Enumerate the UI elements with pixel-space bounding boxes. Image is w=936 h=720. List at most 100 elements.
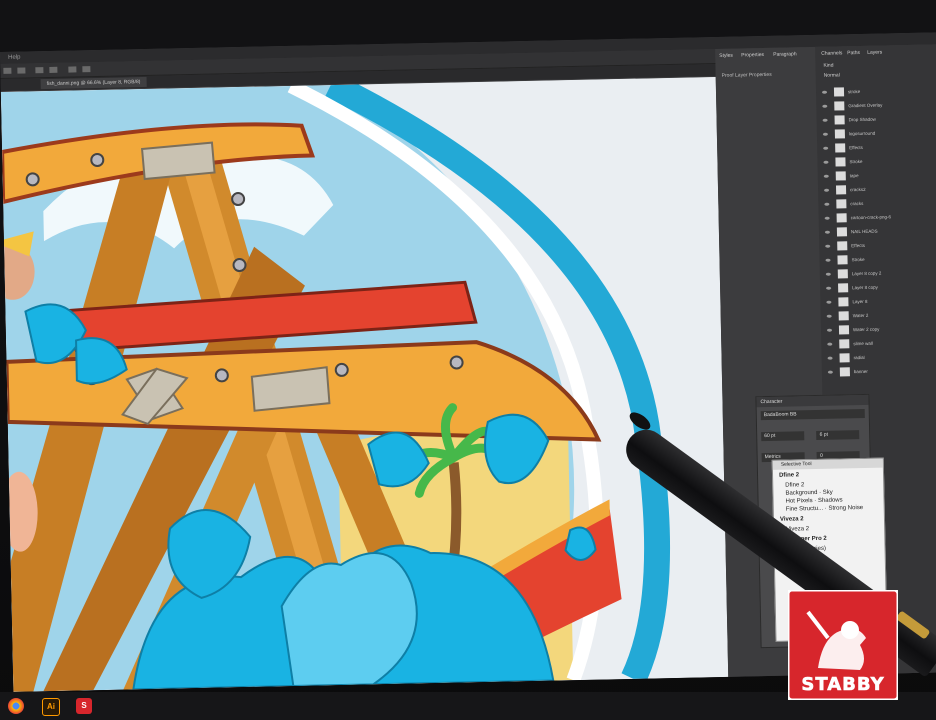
eye-icon[interactable] [827,356,833,360]
layer-thumbnail [838,297,849,307]
tab-paths[interactable]: Paths [847,50,860,56]
stabby-logo: STABBY [788,590,898,700]
layer-row[interactable]: Water 2 [826,308,936,322]
tab-channels[interactable]: Channels [821,50,842,56]
layer-label: Layer 8 copy [852,284,878,291]
eye-icon[interactable] [827,370,833,374]
properties-panel: Proof Layer Properties [722,71,813,133]
logo-text: STABBY [801,674,884,695]
layer-row[interactable]: radial [827,350,936,364]
eye-icon[interactable] [827,342,833,346]
font-family-select[interactable]: BadaBoom BB [760,408,865,421]
tool-option-icon[interactable] [3,67,12,74]
character-panel-title: Character [756,394,869,408]
chrome-icon[interactable] [8,698,24,714]
layer-row[interactable]: Effects [825,238,936,252]
layer-label: Water 2 copy [852,326,880,333]
font-size-field[interactable]: 60 pt [761,431,805,442]
layer-thumbnail [839,367,850,377]
layer-row[interactable]: cracks [824,196,936,210]
canvas[interactable] [0,77,729,692]
blend-mode-select[interactable]: Normal [824,72,840,78]
layer-thumbnail [835,171,846,181]
layer-row[interactable]: Gradient Overlay [822,98,934,112]
layer-label: cracks [850,200,864,207]
layer-thumbnail [836,199,847,209]
tool-option-icon[interactable] [68,66,77,73]
eye-icon[interactable] [825,244,831,248]
layer-thumbnail [835,157,846,167]
layer-filter-kind[interactable]: Kind [823,63,833,69]
tool-option-icon[interactable] [17,67,26,74]
layer-row[interactable]: Effects [823,140,935,154]
layer-row[interactable]: tape [823,168,936,182]
layer-row[interactable]: cracks2 [824,182,936,196]
eye-icon[interactable] [822,118,828,122]
layer-row[interactable]: stroke [821,84,934,98]
layer-label: Stroke [851,256,865,263]
tab-properties[interactable]: Properties [741,52,764,58]
layer-row[interactable]: Stroke [823,154,935,168]
menu-help[interactable]: Help [8,55,20,61]
layer-row[interactable]: Layer 8 [826,294,936,308]
eye-icon[interactable] [823,146,829,150]
eye-icon[interactable] [821,90,828,94]
layer-row[interactable]: logosurround [822,126,935,140]
layer-row[interactable]: cartoon-crack-png-6 [824,210,936,224]
layer-thumbnail [835,185,847,195]
layer-label: Gradient Overlay [848,102,883,109]
layer-label: radial [853,354,865,361]
stabby-icon[interactable]: S [76,698,92,714]
leading-field[interactable]: 6 pt [816,430,860,440]
eye-icon[interactable] [825,272,831,276]
eye-icon[interactable] [826,328,833,332]
eye-icon[interactable] [822,132,828,136]
layer-row[interactable]: Drop Shadow [822,112,934,126]
eye-icon[interactable] [822,104,828,108]
layer-row[interactable]: Water 2 copy [826,322,936,336]
layer-label: Stroke [849,158,863,165]
tool-option-icon[interactable] [49,66,58,73]
layer-label: logosurround [848,130,876,137]
layer-row[interactable]: banner [827,364,936,378]
layer-label: slime wall [853,340,873,347]
layer-row[interactable]: slime wall [827,336,936,350]
layer-thumbnail [839,353,850,363]
document-tab[interactable]: fish_danni.png @ 66.6% (Layer 8, RGB/8) [40,76,147,90]
layer-thumbnail [835,143,846,153]
layer-thumbnail [834,101,845,111]
eye-icon[interactable] [826,300,832,304]
layer-thumbnail [836,213,847,223]
illustrator-icon[interactable]: Ai [42,698,60,716]
eye-icon[interactable] [824,216,830,220]
artwork-illustration [0,77,729,692]
layer-thumbnail [839,339,850,349]
eye-icon[interactable] [823,174,829,178]
layer-thumbnail [836,227,848,237]
layer-label: NAIL HEADS [850,228,878,235]
layer-thumbnail [838,283,849,293]
eye-icon[interactable] [823,160,829,164]
eye-icon[interactable] [826,286,832,290]
eye-icon[interactable] [824,188,830,192]
layer-row[interactable]: Stroke [825,252,936,266]
eye-icon[interactable] [824,230,830,234]
eye-icon[interactable] [825,258,831,262]
layer-thumbnail [837,269,848,279]
layer-row[interactable]: Layer 8 copy [826,280,936,294]
tool-option-icon[interactable] [35,67,44,74]
layer-label: Drop Shadow [848,116,876,123]
eye-icon[interactable] [824,202,830,206]
tab-paragraph[interactable]: Paragraph [773,51,796,57]
layer-label: Layer 8 [852,298,868,305]
properties-title: Proof Layer Properties [721,71,772,79]
layer-row[interactable]: NAIL HEADS [824,224,936,238]
tab-styles[interactable]: Styles [719,53,733,59]
layer-thumbnail [833,87,845,97]
tab-layers[interactable]: Layers [867,50,882,56]
layer-thumbnail [838,325,850,335]
eye-icon[interactable] [826,314,832,318]
tool-option-icon[interactable] [82,66,91,73]
layer-label: Layer 8 copy 2 [851,270,882,277]
layer-row[interactable]: Layer 8 copy 2 [825,266,936,280]
